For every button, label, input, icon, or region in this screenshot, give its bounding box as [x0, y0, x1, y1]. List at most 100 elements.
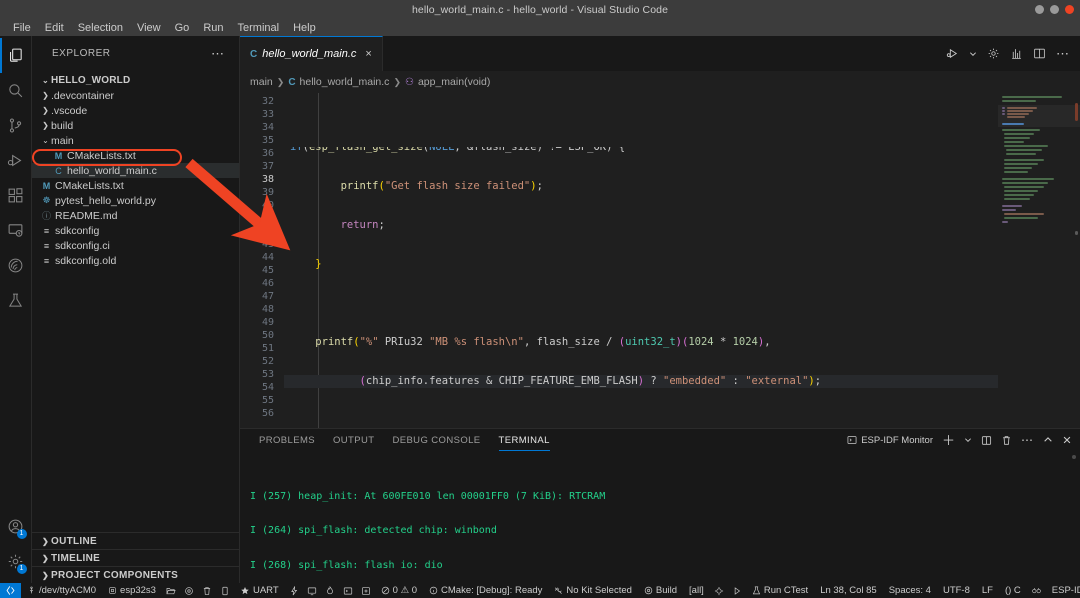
activity-testing[interactable] [0, 283, 32, 318]
minimize-button[interactable] [1035, 5, 1044, 14]
status-build[interactable]: Build [638, 583, 683, 598]
status-run-ctest[interactable]: Run CTest [746, 583, 814, 598]
status-debug[interactable] [710, 583, 728, 598]
chevron-down-icon[interactable] [964, 436, 972, 444]
status-flash[interactable] [285, 583, 303, 598]
status-eol[interactable]: LF [976, 583, 999, 598]
tree-item-sdkconfig-ci[interactable]: ≡ sdkconfig.ci [32, 238, 239, 253]
chevron-down-icon[interactable] [969, 50, 977, 58]
tree-item-main[interactable]: ⌄ main [32, 133, 239, 148]
activity-extensions[interactable] [0, 178, 32, 213]
activity-run-debug[interactable] [0, 143, 32, 178]
activity-espressif[interactable] [0, 248, 32, 283]
explorer-more-icon[interactable]: ⋯ [211, 47, 225, 60]
code-lines[interactable]: if(esp_flash_get_size(NULL, &flash_size)… [284, 93, 998, 428]
menu-edit[interactable]: Edit [38, 20, 71, 36]
status-build-flash-monitor[interactable] [321, 583, 339, 598]
close-icon[interactable]: × [365, 48, 371, 60]
close-panel-icon[interactable] [1062, 435, 1072, 445]
more-icon[interactable]: ⋯ [1021, 434, 1034, 446]
menu-view[interactable]: View [130, 20, 168, 36]
status-monitor[interactable] [303, 583, 321, 598]
menu-file[interactable]: File [6, 20, 38, 36]
tree-item-cmakelists[interactable]: M CMakeLists.txt [32, 178, 239, 193]
tree-item-pytest-hello-world[interactable]: ☸ pytest_hello_world.py [32, 193, 239, 208]
status-launch[interactable] [728, 583, 746, 598]
activity-search[interactable] [0, 73, 32, 108]
add-terminal-icon[interactable]: ＋ [942, 434, 955, 447]
line-number: 47 [261, 291, 274, 302]
tab-debug-console[interactable]: DEBUG CONSOLE [383, 429, 489, 451]
maximize-panel-icon[interactable] [1043, 435, 1053, 445]
status-flash-method[interactable]: UART [234, 583, 285, 598]
breadcrumb-file[interactable]: hello_world_main.c [300, 76, 390, 88]
minimap[interactable] [998, 93, 1080, 428]
activity-remote-explorer[interactable] [0, 213, 32, 248]
kill-terminal-icon[interactable] [1001, 435, 1012, 446]
status-esp-logo[interactable] [1027, 583, 1046, 598]
run-icon[interactable] [946, 47, 959, 60]
tree-item-devcontainer[interactable]: ❯ .devcontainer [32, 88, 239, 103]
status-encoding[interactable]: UTF-8 [937, 583, 976, 598]
activity-accounts[interactable]: 1 [0, 509, 32, 544]
tree-item-vscode[interactable]: ❯ .vscode [32, 103, 239, 118]
tree-item-hello-world-main-c[interactable]: C hello_world_main.c [32, 163, 239, 178]
line-number: 37 [261, 161, 274, 172]
section-project-components[interactable]: ❯ PROJECT COMPONENTS [32, 566, 239, 583]
tab-hello-world-main-c[interactable]: C hello_world_main.c × [240, 36, 383, 71]
tree-item-sdkconfig-old[interactable]: ≡ sdkconfig.old [32, 253, 239, 268]
tree-item-build[interactable]: ❯ build [32, 118, 239, 133]
activity-explorer[interactable] [0, 38, 32, 73]
split-terminal-icon[interactable] [981, 435, 992, 446]
split-editor-icon[interactable] [1033, 47, 1046, 60]
code-editor[interactable]: 32 33 34 35 36 37 38 39 40 41 42 43 44 4… [240, 93, 1080, 428]
status-terminal[interactable] [339, 583, 357, 598]
status-esp-idf[interactable]: ESP-IDF [1046, 583, 1080, 598]
line-number: 50 [261, 330, 274, 341]
status-target[interactable]: esp32s3 [102, 583, 162, 598]
esp-flash-icon[interactable] [1010, 47, 1023, 60]
close-button[interactable] [1065, 5, 1074, 14]
tab-output[interactable]: OUTPUT [324, 429, 383, 451]
status-cmake-state[interactable]: CMake: [Debug]: Ready [423, 583, 548, 598]
terminal-output[interactable]: I (257) heap_init: At 600FE010 len 00001… [240, 451, 1080, 583]
status-cursor-position[interactable]: Ln 38, Col 85 [814, 583, 883, 598]
status-kit[interactable]: No Kit Selected [548, 583, 637, 598]
tab-problems[interactable]: PROBLEMS [250, 429, 324, 451]
breadcrumb-symbol[interactable]: app_main(void) [418, 76, 490, 88]
status-build-target[interactable]: [all] [683, 583, 710, 598]
tree-item-readme[interactable]: ⓘ README.md [32, 208, 239, 223]
status-fullclean[interactable] [198, 583, 216, 598]
menu-terminal[interactable]: Terminal [231, 20, 287, 36]
activity-source-control[interactable] [0, 108, 32, 143]
gear-icon[interactable] [987, 47, 1000, 60]
more-icon[interactable]: ⋯ [1056, 47, 1070, 60]
section-outline[interactable]: ❯ OUTLINE [32, 532, 239, 549]
status-bar: /dev/ttyACM0 esp32s3 UART 0 ⚠ 0 CMake: [… [0, 583, 1080, 598]
status-port[interactable]: /dev/ttyACM0 [21, 583, 102, 598]
menu-selection[interactable]: Selection [71, 20, 130, 36]
tab-terminal[interactable]: TERMINAL [490, 429, 559, 451]
activity-manage[interactable]: 1 [0, 544, 32, 579]
status-problems[interactable]: 0 ⚠ 0 [375, 583, 423, 598]
tree-root-hello-world[interactable]: ⌄ HELLO_WORLD [32, 73, 239, 88]
breadcrumb-folder[interactable]: main [250, 76, 273, 88]
status-indentation[interactable]: Spaces: 4 [883, 583, 937, 598]
remote-window-button[interactable] [0, 583, 21, 598]
status-device[interactable] [216, 583, 234, 598]
config-file-icon: ≡ [43, 225, 50, 236]
device-icon [222, 586, 228, 595]
terminal-selector[interactable]: ESP-IDF Monitor [847, 435, 933, 446]
status-sdkconfig[interactable] [180, 583, 198, 598]
status-add-component[interactable] [357, 583, 375, 598]
menu-run[interactable]: Run [196, 20, 230, 36]
section-timeline[interactable]: ❯ TIMELINE [32, 549, 239, 566]
menu-go[interactable]: Go [168, 20, 197, 36]
tree-item-main-cmakelists[interactable]: M hello_world_main.c CMakeLists.txt [32, 148, 239, 163]
maximize-button[interactable] [1050, 5, 1059, 14]
status-language-mode[interactable]: () C [999, 583, 1027, 598]
terminal-scrollbar[interactable] [1072, 455, 1076, 459]
tree-item-sdkconfig[interactable]: ≡ sdkconfig [32, 223, 239, 238]
status-folder-open[interactable] [162, 583, 180, 598]
menu-help[interactable]: Help [286, 20, 323, 36]
